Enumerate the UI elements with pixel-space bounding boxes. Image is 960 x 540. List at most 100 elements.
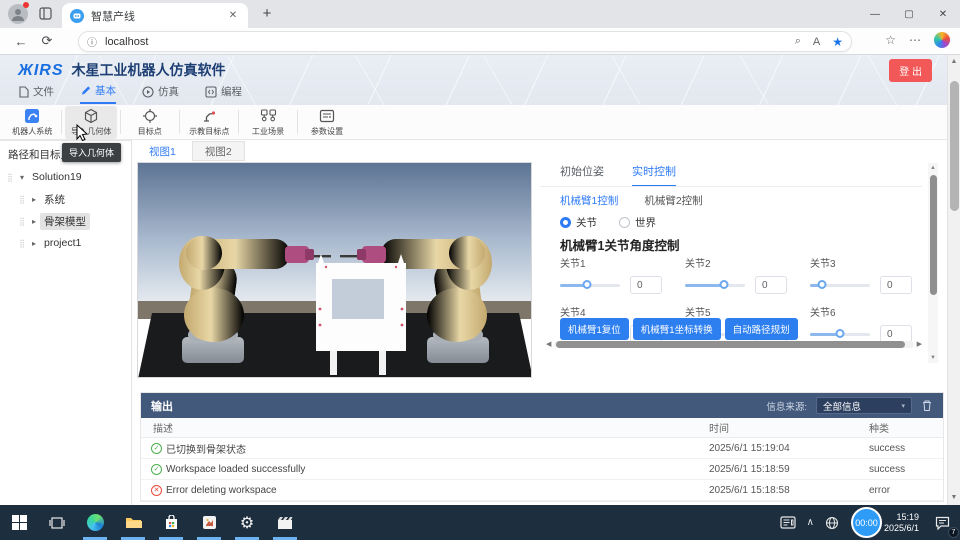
- tree-item-solution[interactable]: ⣿ ▾ Solution19: [0, 166, 131, 188]
- drag-handle-icon[interactable]: ⣿: [16, 239, 28, 248]
- menu-basic[interactable]: 基本: [80, 83, 116, 104]
- tab-actions-icon[interactable]: [38, 6, 54, 22]
- copilot-icon[interactable]: [934, 32, 950, 48]
- tree-item-skeleton-model[interactable]: ⣿ ▸ 骨架模型: [0, 210, 131, 232]
- toolbar-target-point[interactable]: 目标点: [124, 106, 176, 139]
- toolbar-parameter-settings[interactable]: 参数设置: [301, 106, 353, 139]
- toolbar-import-geometry[interactable]: 导入几何体: [65, 106, 117, 139]
- caret-right-icon[interactable]: ▸: [28, 195, 40, 204]
- menu-file[interactable]: 文件: [18, 83, 54, 104]
- cube-icon: [83, 108, 99, 124]
- output-row[interactable]: ✓Workspace loaded successfully 2025/6/1 …: [141, 459, 943, 480]
- window-close-button[interactable]: ✕: [926, 0, 960, 28]
- toolbar-robot-system[interactable]: 机器人系统: [6, 106, 58, 139]
- hscroll-thumb[interactable]: [556, 341, 904, 348]
- tab-realtime-control[interactable]: 实时控制: [632, 163, 676, 187]
- vscroll-thumb[interactable]: [930, 175, 937, 295]
- window-restore-button[interactable]: ▢: [892, 0, 926, 28]
- joint-2-input[interactable]: [755, 276, 787, 294]
- favorite-star-icon[interactable]: ★: [832, 35, 843, 49]
- scroll-up-icon[interactable]: ▲: [930, 163, 936, 173]
- output-row[interactable]: ✕Error deleting workspace 2025/6/1 15:18…: [141, 480, 943, 501]
- scroll-left-icon[interactable]: ◀: [546, 340, 551, 348]
- toolbar-industrial-scene[interactable]: 工业场景: [242, 106, 294, 139]
- site-info-icon[interactable]: ⓘ: [87, 34, 97, 49]
- drag-handle-icon[interactable]: ⣿: [16, 217, 28, 226]
- auto-path-planning-button[interactable]: 自动路径规划: [725, 318, 798, 340]
- tree-item-system[interactable]: ⣿ ▸ 系统: [0, 188, 131, 210]
- tree-item-project1[interactable]: ⣿ ▸ project1: [0, 232, 131, 254]
- taskbar-app-icon[interactable]: [190, 505, 228, 540]
- subtab-arm2-control[interactable]: 机械臂2控制: [644, 193, 702, 208]
- joint-2-slider[interactable]: [685, 279, 745, 291]
- scroll-right-icon[interactable]: ▶: [917, 340, 922, 348]
- taskbar-edge-icon[interactable]: [76, 505, 114, 540]
- favorites-bar-icon[interactable]: ☆: [885, 33, 896, 47]
- toolbar-teach-target[interactable]: 示教目标点: [183, 106, 235, 139]
- window-controls: — ▢ ✕: [858, 0, 960, 28]
- browser-tab[interactable]: 智慧产线 ✕: [62, 3, 248, 28]
- logout-button[interactable]: 登 出: [889, 59, 932, 82]
- scroll-down-icon[interactable]: ▼: [951, 491, 958, 505]
- 3d-viewport[interactable]: [137, 162, 532, 378]
- menu-programming[interactable]: 编程: [205, 83, 242, 104]
- notification-center-button[interactable]: 7: [930, 505, 954, 540]
- panel-horizontal-scrollbar[interactable]: ◀ ▶: [546, 339, 922, 349]
- drag-handle-icon[interactable]: ⣿: [4, 173, 16, 182]
- window-minimize-button[interactable]: —: [858, 0, 892, 28]
- more-menu-icon[interactable]: ⋯: [909, 33, 921, 47]
- page-scrollbar[interactable]: ▲ ▼: [947, 55, 960, 505]
- taskbar-store-icon[interactable]: [152, 505, 190, 540]
- tab-view1[interactable]: 视图1: [137, 141, 188, 161]
- taskbar-explorer-icon[interactable]: [114, 505, 152, 540]
- widgets-news-icon[interactable]: [780, 516, 796, 529]
- start-button[interactable]: [0, 505, 38, 540]
- play-circle-icon: [142, 86, 154, 98]
- radio-joint[interactable]: 关节: [560, 215, 597, 230]
- page-scroll-thumb[interactable]: [950, 81, 959, 211]
- arm1-coordinate-transform-button[interactable]: 机械臂1坐标转换: [633, 318, 721, 340]
- joint-3-input[interactable]: [880, 276, 912, 294]
- error-icon: ✕: [151, 485, 162, 496]
- radio-world[interactable]: 世界: [619, 215, 656, 230]
- output-row[interactable]: ✓已切换到骨架状态 2025/6/1 15:19:04 success: [141, 438, 943, 459]
- address-bar[interactable]: ⓘ localhost ⌕ A ★: [78, 31, 852, 52]
- clear-output-icon[interactable]: [921, 399, 933, 412]
- back-button[interactable]: ←: [8, 34, 34, 49]
- joint-3-slider[interactable]: [810, 279, 870, 291]
- drag-handle-icon[interactable]: ⣿: [16, 195, 28, 204]
- caret-right-icon[interactable]: ▸: [28, 239, 40, 248]
- code-icon: [205, 86, 217, 98]
- taskbar-settings-icon[interactable]: ⚙: [228, 505, 266, 540]
- joint-1-slider[interactable]: [560, 279, 620, 291]
- view-tabs: 视图1 视图2: [137, 141, 245, 161]
- arm1-reset-button[interactable]: 机械臂1复位: [560, 318, 629, 340]
- scroll-down-icon[interactable]: ▼: [930, 353, 936, 363]
- output-header: 输出 信息来源: 全部信息 ▾: [141, 393, 943, 418]
- tab-initial-pose[interactable]: 初始位姿: [560, 163, 604, 187]
- joint-1-control: 关节1: [560, 255, 685, 294]
- zoom-out-icon[interactable]: ⌕: [795, 35, 801, 48]
- show-hidden-icons[interactable]: ∧: [807, 517, 814, 528]
- tab-view2[interactable]: 视图2: [192, 141, 245, 161]
- menu-simulation[interactable]: 仿真: [142, 83, 179, 104]
- network-globe-icon[interactable]: [825, 516, 839, 530]
- scroll-up-icon[interactable]: ▲: [951, 55, 958, 69]
- refresh-button[interactable]: ⟳: [34, 33, 60, 49]
- read-aloud-icon[interactable]: A: [813, 36, 820, 48]
- task-view-button[interactable]: [38, 505, 76, 540]
- robot-system-icon: [24, 108, 40, 124]
- caret-down-icon[interactable]: ▾: [16, 173, 28, 182]
- panel-vertical-scrollbar[interactable]: ▲ ▼: [928, 163, 938, 363]
- new-tab-button[interactable]: +: [258, 5, 276, 23]
- tab-close-icon[interactable]: ✕: [226, 10, 240, 21]
- caret-right-icon[interactable]: ▸: [28, 217, 40, 226]
- file-icon: [18, 86, 29, 98]
- taskbar-video-app-icon[interactable]: [266, 505, 304, 540]
- profile-avatar[interactable]: [8, 4, 28, 24]
- source-select[interactable]: 全部信息 ▾: [816, 397, 912, 414]
- person-icon: [10, 6, 26, 22]
- subtab-arm1-control[interactable]: 机械臂1控制: [560, 193, 618, 208]
- joint-1-input[interactable]: [630, 276, 662, 294]
- output-title: 输出: [151, 398, 173, 414]
